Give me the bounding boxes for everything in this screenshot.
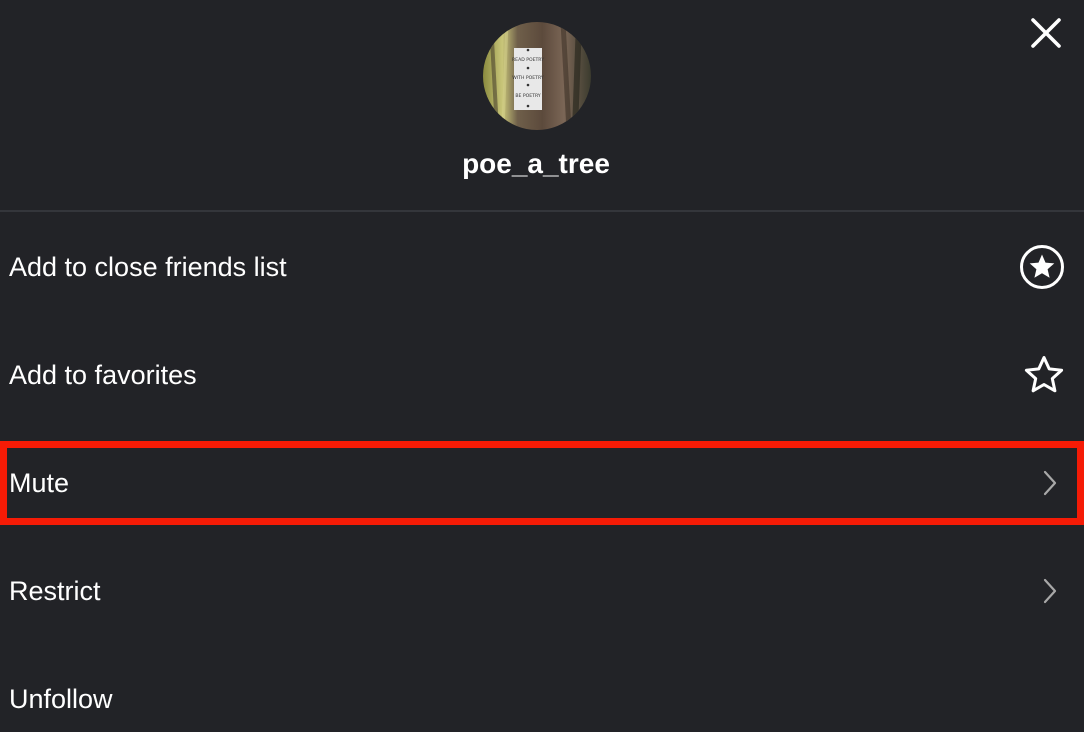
divider (0, 210, 1084, 212)
avatar-sign-line-3: BE POETRY (515, 93, 541, 99)
avatar-sign-line-2: WITH POETRY (512, 75, 544, 81)
menu-item-restrict[interactable]: Restrict (0, 537, 1084, 645)
menu-item-label: Mute (9, 468, 70, 498)
star-outline-icon (1023, 354, 1065, 396)
chevron-right-icon (1040, 576, 1060, 606)
menu-item-close-friends[interactable]: Add to close friends list (0, 213, 1084, 321)
menu-item-label: Restrict (9, 576, 101, 606)
avatar-sign-line-1: READ POETRY (512, 57, 544, 63)
close-icon (1023, 10, 1069, 56)
menu-item-unfollow[interactable]: Unfollow (0, 645, 1084, 732)
username: poe_a_tree (462, 148, 610, 179)
menu-item-label: Unfollow (9, 684, 113, 714)
close-button[interactable] (1023, 10, 1069, 56)
avatar: READ POETRY WITH POETRY BE POETRY (483, 22, 591, 130)
circled-star-icon (1019, 244, 1065, 290)
menu-item-mute[interactable]: Mute (0, 429, 1084, 537)
menu-item-label: Add to favorites (9, 360, 197, 390)
chevron-right-icon (1040, 468, 1060, 498)
menu-item-favorites[interactable]: Add to favorites (0, 321, 1084, 429)
menu-item-label: Add to close friends list (9, 252, 287, 282)
